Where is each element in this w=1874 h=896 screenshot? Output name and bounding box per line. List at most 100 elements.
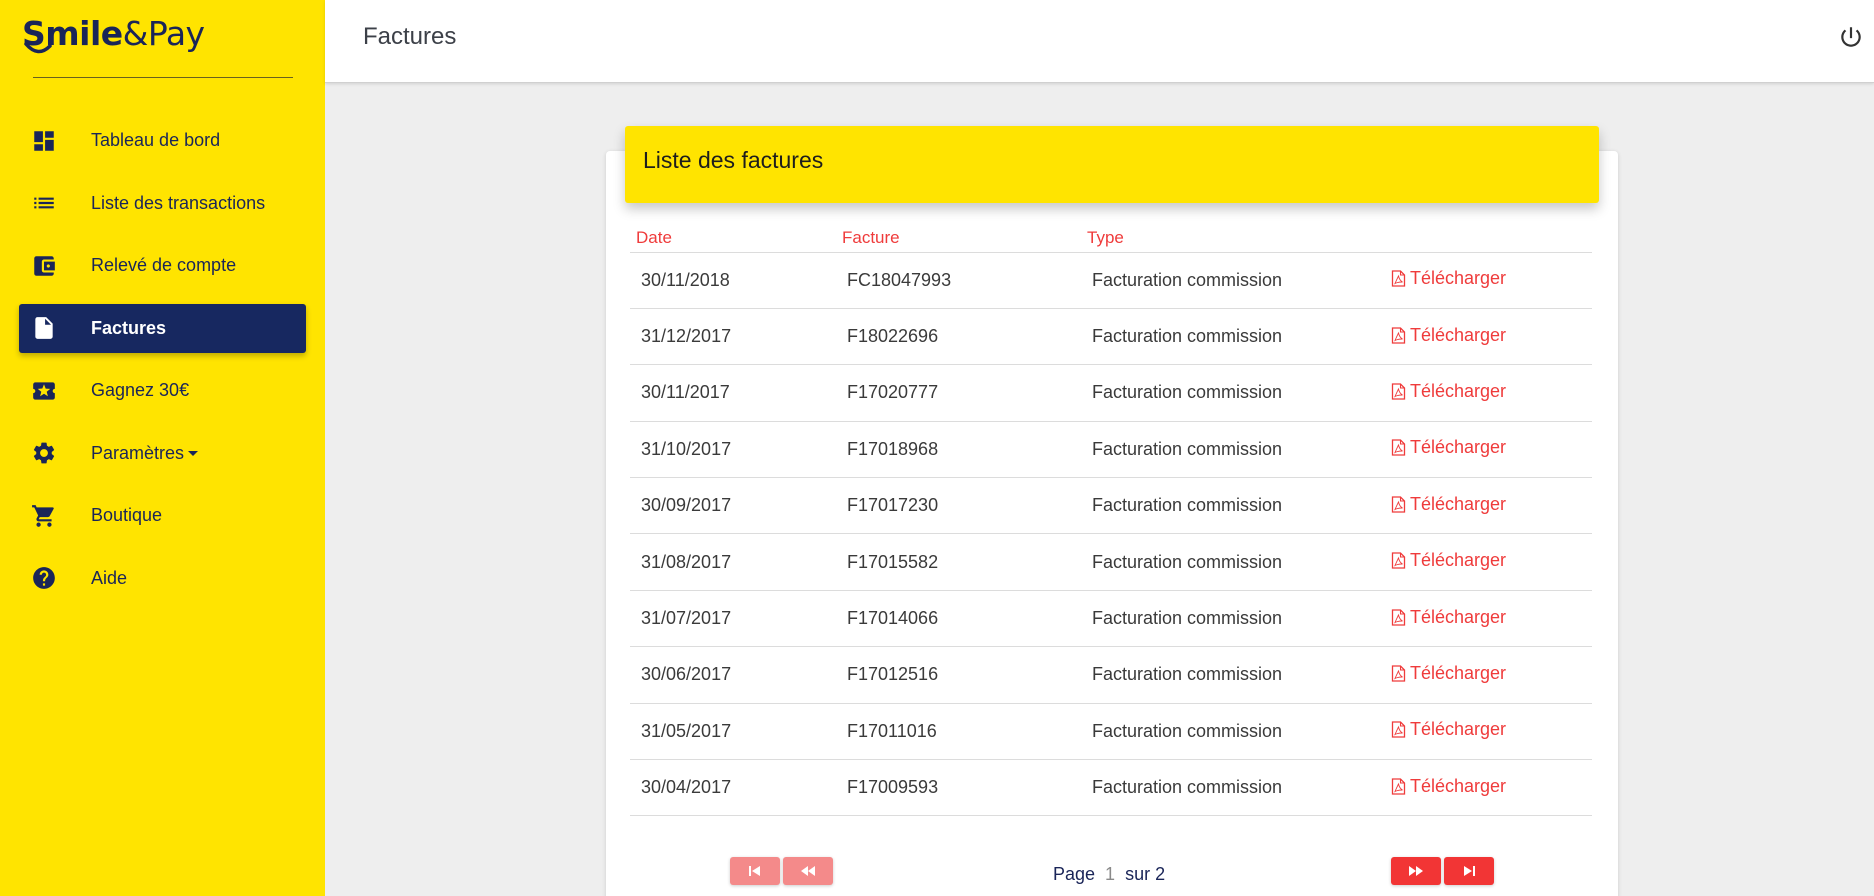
invoice-number-cell: F18022696 [836, 308, 1081, 366]
rewind-icon [801, 866, 815, 876]
download-link[interactable]: Télécharger [1391, 325, 1506, 346]
pdf-file-icon [1391, 439, 1406, 457]
fast-forward-icon [1409, 866, 1423, 876]
invoice-date-cell: 31/08/2017 [630, 533, 836, 591]
next-page-button[interactable] [1391, 857, 1441, 885]
sidebar-item-tableau-de-bord[interactable]: Tableau de bord [19, 116, 306, 165]
pdf-file-icon [1391, 552, 1406, 569]
caret-down-icon [188, 451, 199, 457]
invoice-number-cell: F17017230 [836, 477, 1081, 535]
download-cell: Télécharger [1391, 308, 1592, 366]
download-link[interactable]: Télécharger [1391, 550, 1506, 571]
invoice-type-cell: Facturation commission [1081, 364, 1391, 422]
column-header-actions [1391, 224, 1592, 253]
table-row: 31/12/2017 F18022696 Facturation commissio… [630, 308, 1592, 366]
sidebar-item-parametres[interactable]: Paramètres [19, 429, 306, 478]
invoice-type-cell: Facturation commission [1081, 703, 1391, 761]
download-link[interactable]: Télécharger [1391, 381, 1506, 402]
invoice-number-cell: FC18047993 [836, 252, 1081, 309]
download-cell: Télécharger [1391, 533, 1592, 591]
invoice-date-cell: 31/12/2017 [630, 308, 836, 366]
sidebar: Smile&Pay Tableau de bord Liste des tran… [0, 0, 325, 896]
download-link[interactable]: Télécharger [1391, 719, 1506, 740]
table-row: 31/10/2017 F17018968 Facturation commissio… [630, 421, 1592, 479]
pdf-file-icon [1391, 496, 1406, 513]
sidebar-item-liste-des-transactions[interactable]: Liste des transactions [19, 179, 306, 228]
invoice-date-cell: 30/11/2018 [630, 252, 836, 309]
table-row: 31/08/2017 F17015582 Facturation commissio… [630, 533, 1592, 591]
download-link[interactable]: Télécharger [1391, 607, 1506, 628]
invoice-date-cell: 31/10/2017 [630, 421, 836, 479]
power-icon[interactable] [1838, 24, 1864, 50]
invoice-type-cell: Facturation commission [1081, 590, 1391, 648]
pdf-file-icon [1391, 778, 1406, 795]
last-page-button[interactable] [1444, 857, 1494, 885]
invoice-date-cell: 30/04/2017 [630, 759, 836, 817]
sidebar-item-label: Factures [91, 317, 167, 338]
first-page-button[interactable] [730, 857, 780, 885]
column-header-facture[interactable]: Facture [836, 224, 1081, 253]
smile-and-pay-logo[interactable]: Smile&Pay [22, 12, 205, 62]
pdf-file-icon [1391, 721, 1406, 738]
invoice-number-cell: F17014066 [836, 590, 1081, 648]
invoice-type-cell: Facturation commission [1081, 252, 1391, 309]
download-label: Télécharger [1410, 268, 1507, 289]
invoice-number-cell: F17011016 [836, 703, 1081, 761]
help-icon [30, 564, 58, 592]
sidebar-item-label: Paramètres [91, 443, 199, 464]
download-label: Télécharger [1410, 606, 1507, 627]
download-cell: Télécharger [1391, 252, 1592, 309]
download-cell: Télécharger [1391, 759, 1592, 817]
sidebar-item-label: Gagnez 30€ [91, 380, 190, 400]
page-label: Page [1053, 864, 1096, 884]
download-link[interactable]: Télécharger [1391, 437, 1506, 458]
sidebar-item-boutique[interactable]: Boutique [19, 491, 306, 540]
invoice-date-cell: 30/09/2017 [630, 477, 836, 535]
skip-first-icon [749, 866, 760, 876]
sidebar-item-label: Boutique [91, 505, 163, 525]
invoice-type-cell: Facturation commission [1081, 421, 1391, 479]
download-label: Télécharger [1410, 380, 1507, 401]
invoice-number-cell: F17018968 [836, 421, 1081, 479]
invoice-date-cell: 30/06/2017 [630, 646, 836, 704]
column-header-type[interactable]: Type [1081, 224, 1391, 253]
pdf-file-icon [1391, 383, 1406, 400]
invoice-number-cell: F17009593 [836, 759, 1081, 817]
table-row: 30/04/2017 F17009593 Facturation commissio… [630, 759, 1592, 817]
page-title: Factures [363, 23, 457, 50]
download-link[interactable]: Télécharger [1391, 268, 1506, 289]
list-icon [30, 189, 58, 217]
download-label: Télécharger [1410, 324, 1507, 345]
download-link[interactable]: Télécharger [1391, 663, 1506, 684]
download-label: Télécharger [1410, 775, 1507, 796]
pdf-file-icon [1391, 270, 1406, 287]
download-link[interactable]: Télécharger [1391, 494, 1506, 515]
current-page-number[interactable]: 1 [1105, 864, 1115, 884]
dashboard-icon [30, 127, 58, 155]
invoice-date-cell: 31/07/2017 [630, 590, 836, 648]
table-row: 30/11/2018 FC18047993 Facturation commissi… [630, 252, 1592, 309]
download-link[interactable]: Télécharger [1391, 776, 1506, 797]
download-label: Télécharger [1410, 719, 1507, 740]
table-row: 30/09/2017 F17017230 Facturation commissio… [630, 477, 1592, 535]
sidebar-item-factures[interactable]: Factures [19, 303, 306, 353]
download-cell: Télécharger [1391, 646, 1592, 704]
gear-icon [30, 439, 58, 467]
sidebar-item-gagnez-30[interactable]: Gagnez 30€ [19, 366, 306, 415]
column-header-date[interactable]: Date [630, 224, 836, 253]
download-cell: Télécharger [1391, 590, 1592, 648]
sidebar-item-releve-de-compte[interactable]: Relevé de compte [19, 241, 306, 290]
download-cell: Télécharger [1391, 421, 1592, 479]
smile-icon [24, 42, 52, 54]
logo-divider [33, 77, 293, 78]
card-header: Liste des factures [625, 126, 1599, 203]
sidebar-item-label: Relevé de compte [91, 255, 237, 275]
invoice-type-cell: Facturation commission [1081, 308, 1391, 366]
sidebar-item-aide[interactable]: Aide [19, 554, 306, 603]
total-pages-label: sur 2 [1125, 864, 1166, 884]
invoice-number-cell: F17020777 [836, 364, 1081, 422]
previous-page-button[interactable] [783, 857, 833, 885]
download-label: Télécharger [1410, 493, 1507, 514]
pdf-file-icon [1391, 326, 1406, 344]
download-cell: Télécharger [1391, 477, 1592, 535]
